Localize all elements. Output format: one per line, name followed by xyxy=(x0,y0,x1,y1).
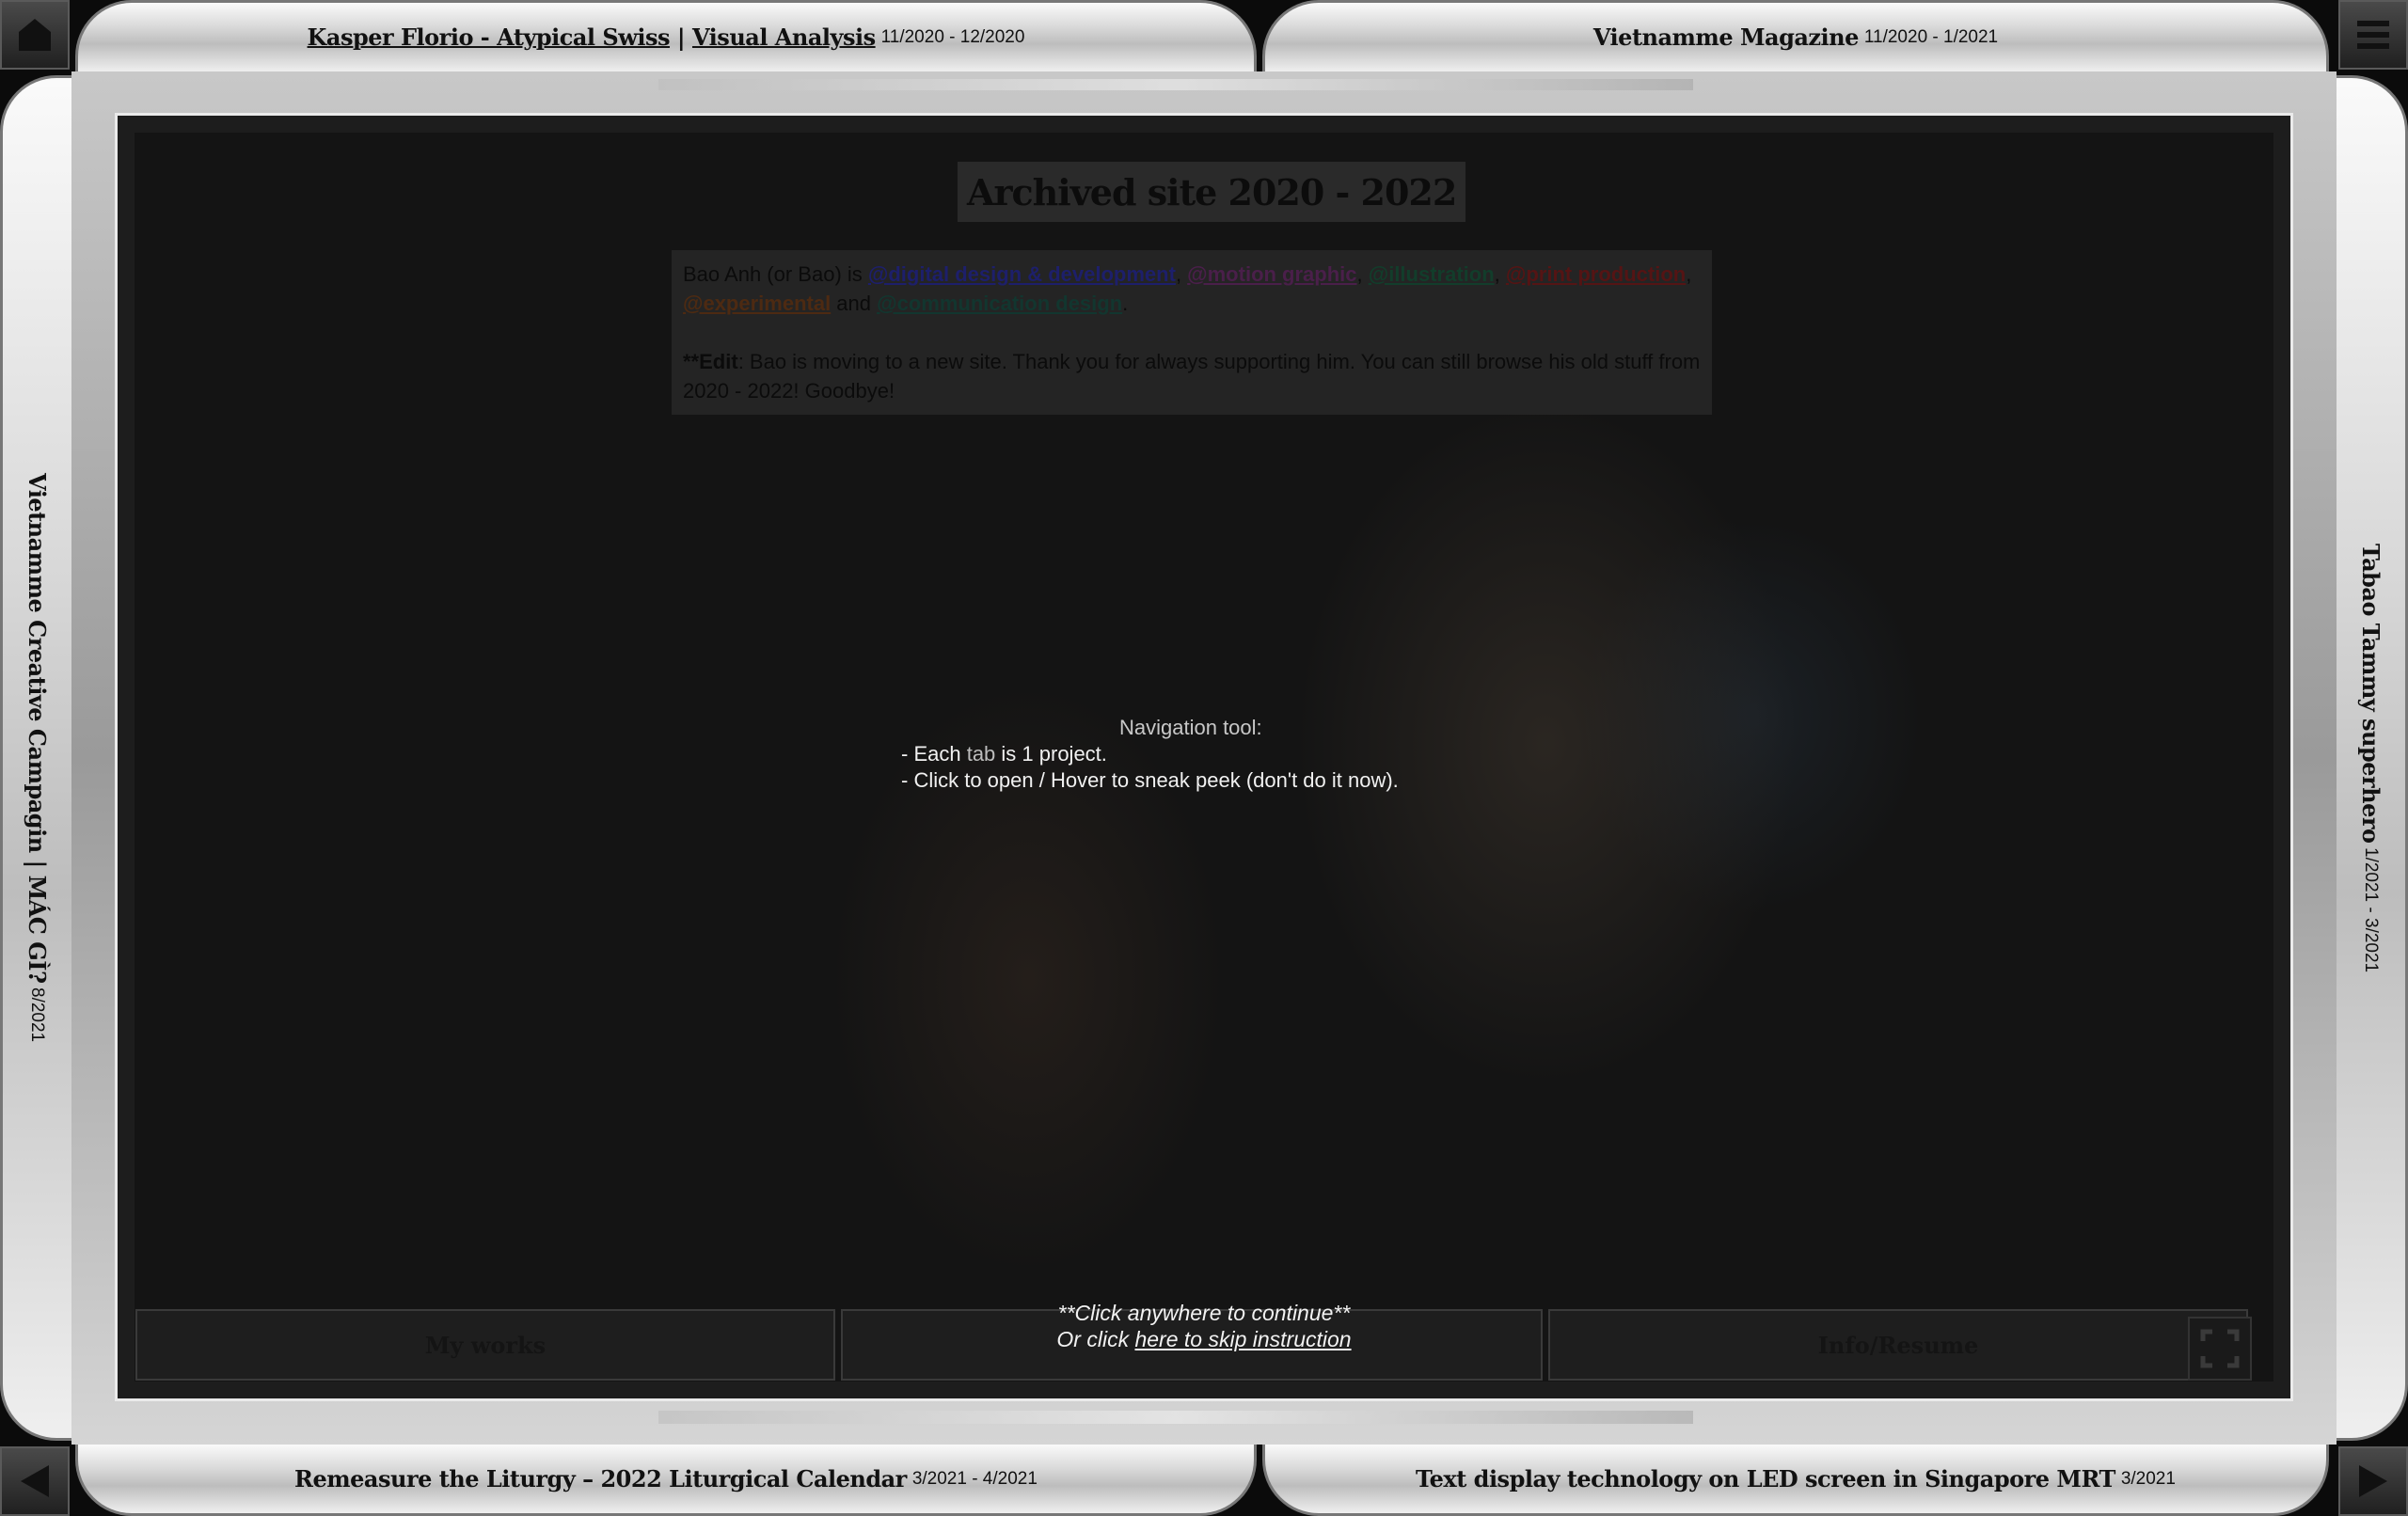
edit-label: **Edit xyxy=(683,350,738,373)
next-arrow-icon xyxy=(2359,1465,2387,1497)
link-communication-design[interactable]: @communication design xyxy=(877,292,1122,315)
bevel-highlight-top xyxy=(658,79,1693,90)
tab-date: 11/2020 - 12/2020 xyxy=(880,26,1025,47)
tab-date: 3/2021 - 4/2021 xyxy=(911,1468,1038,1489)
edit-text: : Bao is moving to a new site. Thank you… xyxy=(683,350,1701,403)
continue-line: **Click anywhere to continue** xyxy=(1057,1301,1351,1325)
tab-title: Tabao Tammy superhero xyxy=(2357,543,2384,844)
tab-tabao-tammy[interactable]: Tabao Tammy superhero 1/2021 - 3/2021 xyxy=(2337,75,2408,1441)
intro-text: Bao Anh (or Bao) is @digital design & de… xyxy=(672,250,1712,415)
tab-led-screen[interactable]: Text display technology on LED screen in… xyxy=(1262,1445,2329,1516)
tab-date: 11/2020 - 1/2021 xyxy=(1863,26,1999,47)
tab-title: Text display technology on LED screen in… xyxy=(1416,1465,2115,1492)
next-button[interactable] xyxy=(2338,1446,2408,1516)
tab-vietnamme-creative[interactable]: Vietnamme Creative Campagin | MÁC GÌ? 8/… xyxy=(0,75,71,1441)
fullscreen-icon xyxy=(2200,1329,2240,1368)
navigation-heading: Navigation tool: xyxy=(1119,716,1262,739)
link-experimental[interactable]: @experimental xyxy=(683,292,831,315)
info-resume-button[interactable]: Info/Resume xyxy=(1548,1309,2248,1381)
tab-kasper-florio[interactable]: Kasper Florio - Atypical Swiss | Visual … xyxy=(75,0,1257,71)
navigation-line-2: - Click to open / Hover to sneak peek (d… xyxy=(901,768,1399,792)
tab-title: Vietnamme Magazine xyxy=(1592,24,1860,51)
link-motion-graphic[interactable]: @motion graphic xyxy=(1187,262,1356,286)
menu-icon xyxy=(2357,21,2389,49)
tab-date: 8/2021 xyxy=(27,987,47,1043)
link-illustration[interactable]: @illustration xyxy=(1369,262,1495,286)
link-print-production[interactable]: @print production xyxy=(1506,262,1686,286)
navigation-help: Navigation tool: - Each tab is 1 project… xyxy=(901,715,1399,794)
tab-title: Vietnamme Creative Campagin | MÁC GÌ? xyxy=(24,473,51,984)
fullscreen-button[interactable] xyxy=(2188,1317,2252,1381)
tab-remeasure-liturgy[interactable]: Remeasure the Liturgy – 2022 Liturgical … xyxy=(75,1445,1257,1516)
continue-prompt[interactable]: **Click anywhere to continue** Or click … xyxy=(1035,1300,1373,1352)
prev-arrow-icon xyxy=(21,1465,49,1497)
home-button[interactable] xyxy=(0,0,70,70)
link-digital-design[interactable]: @digital design & development xyxy=(868,262,1176,286)
tab-vietnamme-magazine[interactable]: Vietnamme Magazine 11/2020 - 1/2021 xyxy=(1262,0,2329,71)
menu-button[interactable] xyxy=(2338,0,2408,70)
my-works-button[interactable]: My works xyxy=(135,1309,835,1381)
tab-date: 1/2021 - 3/2021 xyxy=(2361,846,2381,973)
tab-link-visual-analysis[interactable]: Visual Analysis xyxy=(692,24,876,51)
prev-button[interactable] xyxy=(0,1446,70,1516)
bevel-highlight-bottom xyxy=(658,1411,1693,1424)
home-icon xyxy=(19,19,51,51)
tab-title: Remeasure the Liturgy – 2022 Liturgical … xyxy=(294,1465,907,1492)
navigation-line-1: - Each tab is 1 project. xyxy=(901,742,1107,766)
tab-date: 3/2021 xyxy=(2120,1468,2176,1489)
page-title: Archived site 2020 - 2022 xyxy=(958,162,1466,222)
tab-title: Kasper Florio - Atypical Swiss | Visual … xyxy=(307,24,877,51)
tab-link-kasper[interactable]: Kasper Florio - Atypical Swiss xyxy=(308,24,671,51)
skip-instruction-link[interactable]: here to skip instruction xyxy=(1134,1327,1351,1351)
